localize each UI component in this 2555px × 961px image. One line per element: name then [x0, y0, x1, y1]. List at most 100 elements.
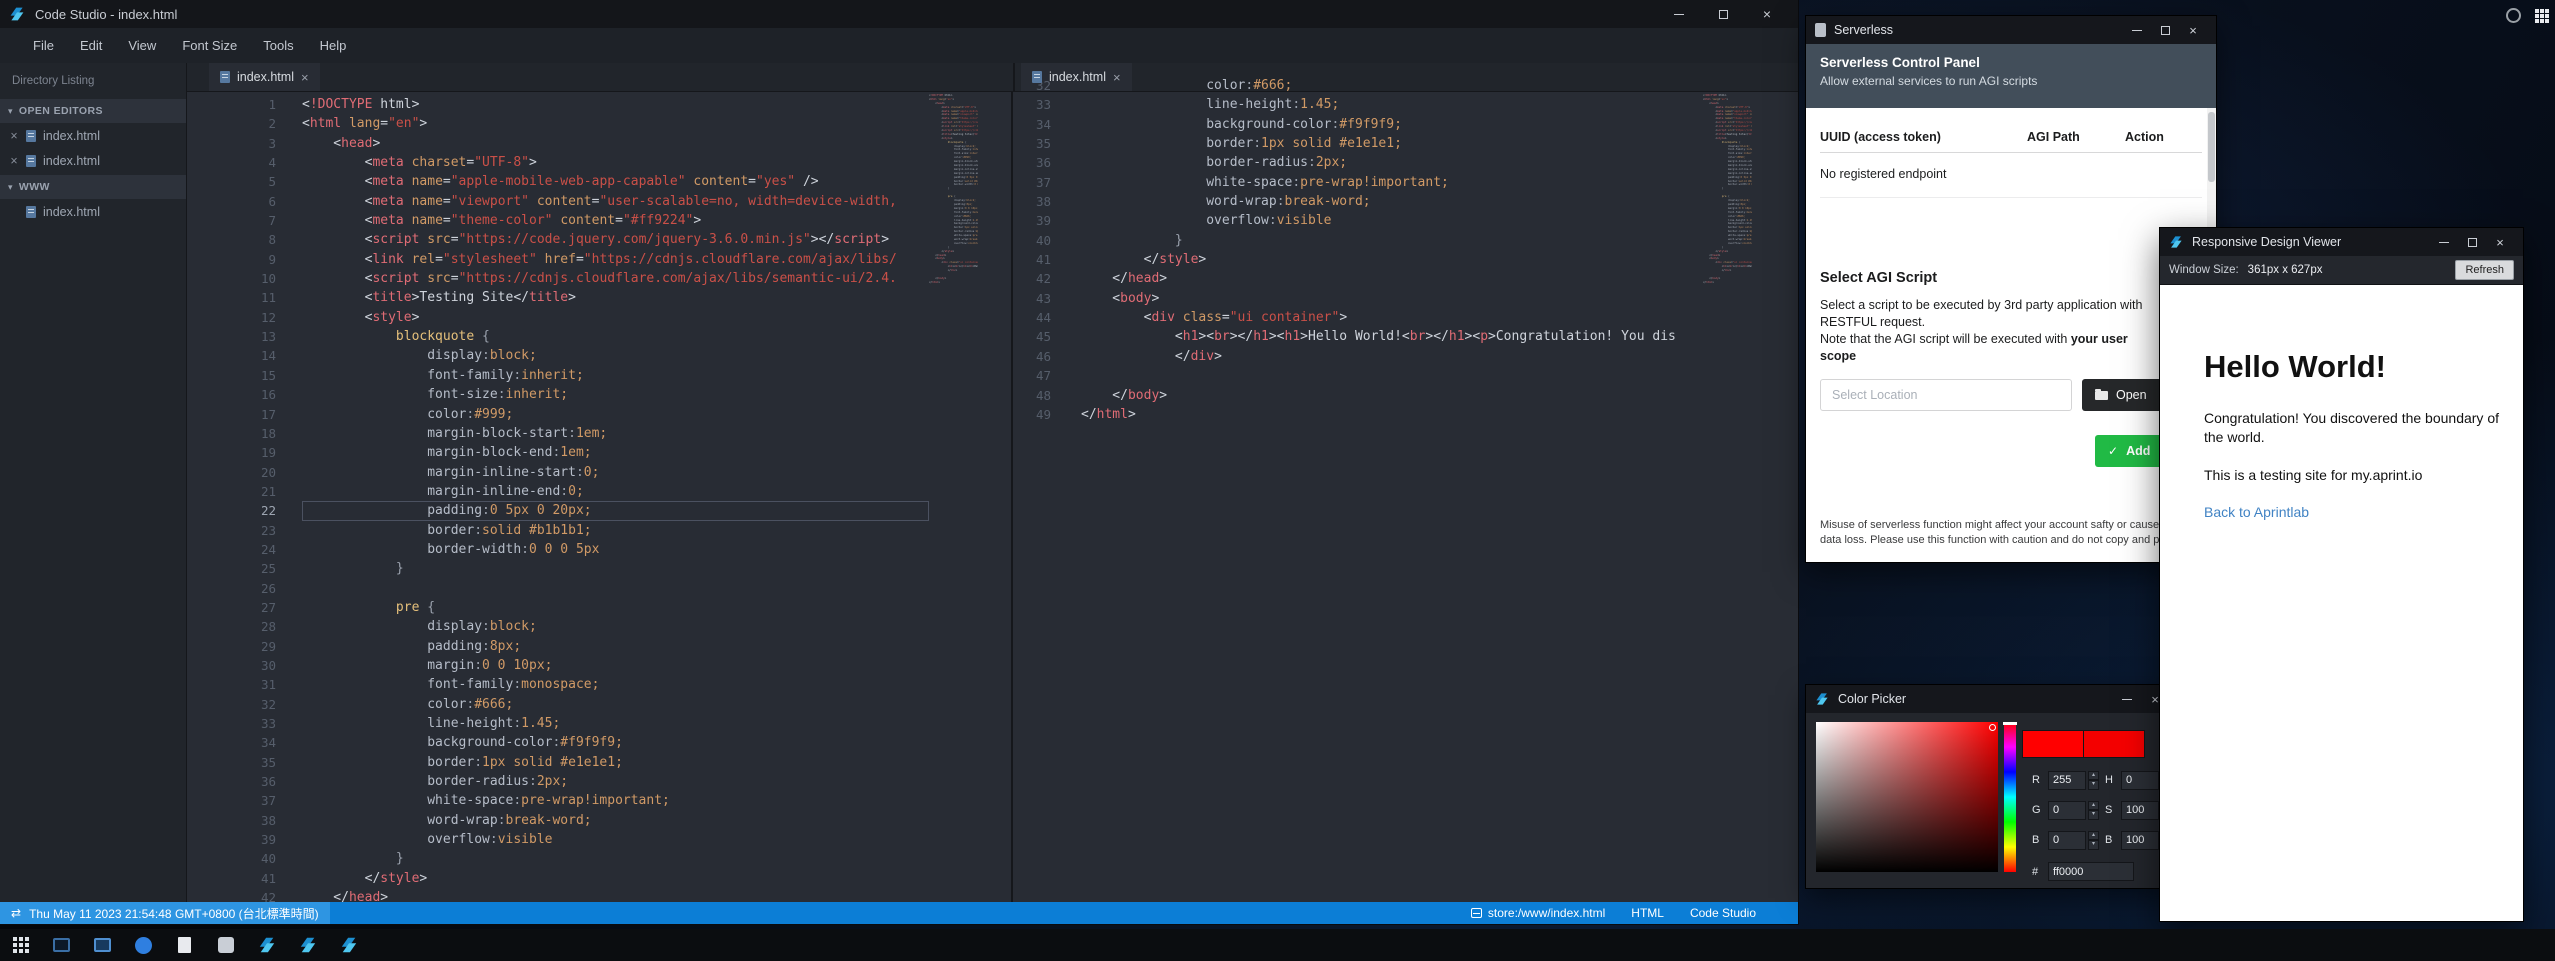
status-file[interactable]: store:/www/index.html [1471, 906, 1605, 920]
window-size-value[interactable]: 361px x 627px [2248, 264, 2323, 276]
code-studio-logo-icon [1815, 692, 1830, 707]
status-bar: ⇄ Thu May 11 2023 21:54:48 GMT+0800 (台北標… [0, 902, 1798, 924]
main-maximize-button[interactable] [1701, 0, 1745, 28]
script-location-input[interactable] [1820, 379, 2072, 411]
code-line-42: </head> [302, 888, 929, 902]
hue-cursor[interactable] [2003, 722, 2017, 725]
rgb-g-input[interactable] [2048, 801, 2086, 820]
code-line-39: overflow:visible [302, 830, 929, 849]
taskbar-app-files[interactable] [92, 932, 113, 958]
code-2[interactable]: color:#666; line-height:1.45; background… [1060, 73, 1703, 902]
menu-edit[interactable]: Edit [67, 38, 115, 53]
hue-slider[interactable] [2004, 722, 2016, 872]
rendered-page: Hello World! Congratulation! You discove… [2160, 285, 2523, 921]
menu-help[interactable]: Help [307, 38, 360, 53]
taskbar-app-serverless[interactable] [215, 932, 236, 958]
code-studio-logo-icon [9, 6, 26, 23]
page-paragraph-1: Congratulation! You discovered the bound… [2204, 409, 2503, 447]
code-line-35: border:1px solid #e1e1e1; [1081, 134, 1703, 153]
sidebar-section-0[interactable]: ▾OPEN EDITORS [0, 99, 186, 123]
window-controls: × [1657, 0, 1789, 28]
sidebar-item-index.html-01[interactable]: ×index.html [0, 148, 186, 173]
hsb-h-input[interactable] [2121, 771, 2159, 790]
responsive-viewer-titlebar[interactable]: Responsive Design Viewer × [2160, 228, 2523, 256]
saturation-value-picker[interactable] [1816, 722, 1998, 872]
scroll-gutter-2[interactable] [1752, 92, 1798, 902]
close-icon[interactable]: × [9, 129, 19, 143]
refresh-button[interactable]: Refresh [2455, 260, 2514, 280]
color-picker-titlebar[interactable]: Color Picker × [1806, 685, 2178, 713]
hsb-h-label: H [2105, 774, 2117, 786]
code-line-37: white-space:pre-wrap!important; [1081, 173, 1703, 192]
rgb-r-input[interactable] [2048, 771, 2086, 790]
menu-tools[interactable]: Tools [250, 38, 306, 53]
editor-pane-1[interactable]: 1234567891011121314151617181920212223242… [187, 92, 1013, 902]
sv-cursor[interactable] [1989, 724, 1996, 731]
taskbar-app-code-studio-1[interactable] [256, 932, 277, 958]
status-app[interactable]: Code Studio [1690, 906, 1756, 920]
code-line-44: <div class="ui container"> [1081, 308, 1703, 327]
menu-font-size[interactable]: Font Size [169, 38, 250, 53]
start-button[interactable] [10, 932, 31, 958]
responsive-maximize-button[interactable] [2458, 228, 2486, 256]
stepper-icon[interactable]: ▴▾ [2088, 831, 2099, 850]
column-header-2: AGI Path [2027, 130, 2125, 144]
maximize-icon [2161, 26, 2170, 35]
status-language[interactable]: HTML [1631, 906, 1664, 920]
scrollbar-thumb[interactable] [2208, 112, 2215, 182]
page-link[interactable]: Back to Aprintlab [2204, 504, 2309, 520]
taskbar-app-code-studio-3[interactable] [338, 932, 359, 958]
scroll-gutter-1[interactable] [978, 92, 1011, 902]
code-studio-icon [299, 936, 317, 954]
taskbar-app-code-studio-2[interactable] [297, 932, 318, 958]
close-icon[interactable]: × [301, 70, 309, 85]
sidebar-item-index.html-10[interactable]: index.html [0, 199, 186, 224]
tab-index.html-1[interactable]: index.html× [209, 63, 320, 91]
tab-group-1: index.html× [187, 63, 1013, 91]
menu-file[interactable]: File [20, 38, 67, 53]
code-studio-window: Code Studio - index.html × FileEditViewF… [0, 0, 1798, 924]
grid-icon[interactable] [2535, 9, 2549, 23]
code-line-32: color:#666; [1081, 76, 1703, 95]
taskbar-app-browser[interactable] [133, 932, 154, 958]
sidebar-section-1[interactable]: ▾WWW [0, 175, 186, 199]
spinner-icon[interactable] [2506, 8, 2521, 23]
code-1[interactable]: <!DOCTYPE html><html lang="en"> <head> <… [285, 92, 929, 902]
main-close-button[interactable]: × [1745, 0, 1789, 28]
file-icon [26, 206, 36, 218]
taskbar-app-editor[interactable] [174, 932, 195, 958]
color-picker-minimize-button[interactable] [2113, 685, 2141, 713]
serverless-titlebar[interactable]: Serverless × [1806, 16, 2216, 44]
page-heading: Hello World! [2204, 349, 2503, 385]
main-minimize-button[interactable] [1657, 0, 1701, 28]
hsb-s-input[interactable] [2121, 801, 2159, 820]
stepper-icon[interactable]: ▴▾ [2088, 771, 2099, 790]
serverless-minimize-button[interactable] [2123, 16, 2151, 44]
rgb-b-input[interactable] [2048, 831, 2086, 850]
code-line-18: margin-block-start:1em; [302, 424, 929, 443]
serverless-maximize-button[interactable] [2151, 16, 2179, 44]
responsive-minimize-button[interactable] [2430, 228, 2458, 256]
status-datetime[interactable]: ⇄ Thu May 11 2023 21:54:48 GMT+0800 (台北標… [0, 902, 330, 924]
minimap-2[interactable]: <!DOCTYPE html><html lang="en"> <head> <… [1703, 92, 1752, 902]
close-icon[interactable]: × [9, 154, 19, 168]
status-right: store:/www/index.html HTML Code Studio [1471, 906, 1798, 920]
code-line-27: pre { [302, 598, 929, 617]
serverless-close-button[interactable]: × [2179, 16, 2207, 44]
responsive-close-button[interactable]: × [2486, 228, 2514, 256]
sidebar-item-index.html-00[interactable]: ×index.html [0, 123, 186, 148]
taskbar-app-terminal[interactable] [51, 932, 72, 958]
code-line-36: border-radius:2px; [1081, 153, 1703, 172]
hex-input[interactable] [2048, 862, 2134, 881]
editor-pane-2[interactable]: 323334353637383940414243444546474849 col… [1013, 92, 1798, 902]
hsb-b-input[interactable] [2121, 831, 2159, 850]
code-line-33: line-height:1.45; [302, 714, 929, 733]
open-button[interactable]: Open [2082, 379, 2163, 411]
minimap-1[interactable]: <!DOCTYPE html><html lang="en"> <head> <… [929, 92, 978, 902]
menu-view[interactable]: View [115, 38, 169, 53]
stepper-icon[interactable]: ▴▾ [2088, 801, 2099, 820]
responsive-viewer-window: Responsive Design Viewer × Window Size: … [2160, 228, 2523, 921]
hex-row: # [2032, 862, 2134, 881]
minimize-icon [2122, 699, 2132, 700]
title-bar[interactable]: Code Studio - index.html × [0, 0, 1798, 28]
